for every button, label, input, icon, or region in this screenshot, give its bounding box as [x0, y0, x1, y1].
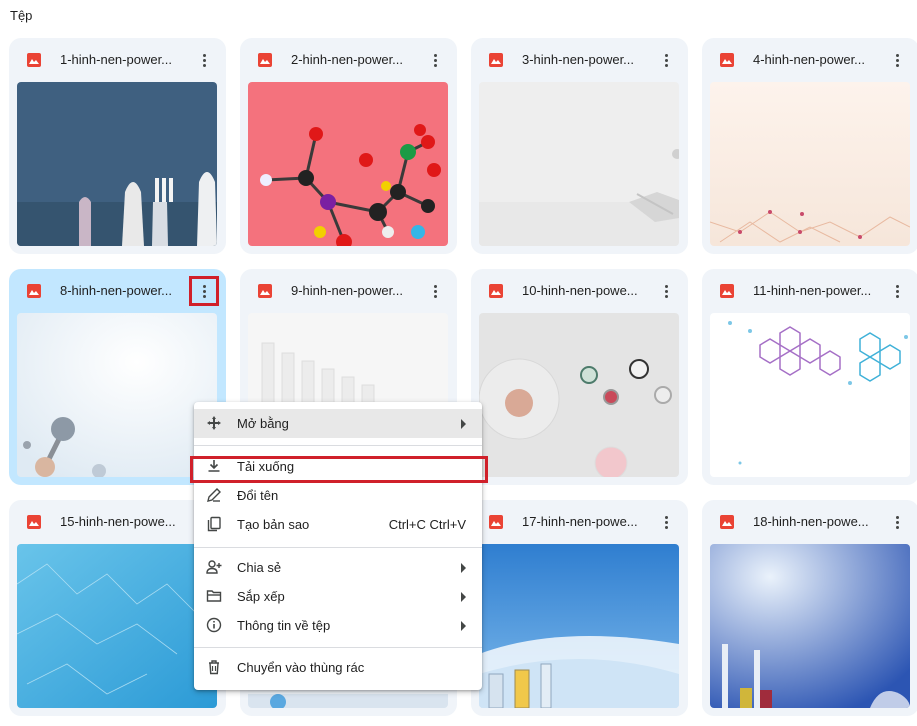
file-name: 4-hinh-nen-power...: [753, 52, 866, 67]
more-vert-icon[interactable]: [885, 48, 909, 72]
more-vert-icon[interactable]: [189, 276, 219, 306]
file-name: 2-hinh-nen-power...: [291, 52, 404, 67]
section-title: Tệp: [10, 8, 33, 23]
file-card[interactable]: 11-hinh-nen-power...: [702, 269, 917, 485]
file-thumbnail[interactable]: [17, 544, 217, 708]
image-icon: [720, 53, 734, 67]
file-card[interactable]: 3-hinh-nen-power...: [471, 38, 688, 254]
menu-item-label: Tải xuống: [237, 459, 295, 474]
file-thumbnail[interactable]: [248, 82, 448, 246]
file-name: 15-hinh-nen-powe...: [60, 514, 176, 529]
image-icon: [258, 284, 272, 298]
menu-item-organize[interactable]: Sắp xếp: [194, 582, 482, 611]
file-thumbnail[interactable]: [710, 82, 910, 246]
download-icon: [206, 458, 222, 474]
file-name: 11-hinh-nen-power...: [753, 283, 872, 298]
folder-icon: [206, 588, 222, 604]
menu-item-download[interactable]: Tải xuống: [194, 452, 482, 481]
file-thumbnail[interactable]: [710, 313, 910, 477]
menu-item-label: Đổi tên: [237, 488, 279, 503]
file-name: 8-hinh-nen-power...: [60, 283, 173, 298]
more-vert-icon[interactable]: [654, 48, 678, 72]
more-vert-icon[interactable]: [423, 48, 447, 72]
more-vert-icon[interactable]: [885, 510, 909, 534]
file-name: 3-hinh-nen-power...: [522, 52, 635, 67]
file-thumbnail[interactable]: [710, 544, 910, 708]
menu-item-trash[interactable]: Chuyển vào thùng rác: [194, 653, 482, 682]
menu-item-share[interactable]: Chia sẻ: [194, 553, 482, 582]
file-thumbnail[interactable]: [479, 313, 679, 477]
trash-icon: [206, 659, 222, 675]
menu-item-make-copy[interactable]: Tạo bản sao Ctrl+C Ctrl+V: [194, 510, 482, 539]
file-name: 17-hinh-nen-powe...: [522, 514, 638, 529]
image-icon: [489, 515, 503, 529]
image-icon: [720, 515, 734, 529]
menu-item-open-with[interactable]: Mở bằng: [194, 409, 482, 438]
menu-item-label: Sắp xếp: [237, 589, 285, 604]
info-icon: [206, 617, 222, 633]
file-thumbnail[interactable]: [479, 82, 679, 246]
menu-item-label: Chia sẻ: [237, 560, 282, 575]
more-vert-icon[interactable]: [654, 279, 678, 303]
file-card[interactable]: 4-hinh-nen-power...: [702, 38, 917, 254]
file-card[interactable]: 17-hinh-nen-powe...: [471, 500, 688, 716]
menu-item-label: Thông tin về tệp: [237, 618, 331, 633]
keyboard-shortcut: Ctrl+C Ctrl+V: [388, 517, 466, 532]
menu-divider: [194, 547, 482, 548]
edit-icon: [206, 487, 222, 503]
menu-item-file-info[interactable]: Thông tin về tệp: [194, 611, 482, 640]
chevron-right-icon: [461, 563, 466, 573]
image-icon: [27, 53, 41, 67]
file-thumbnail[interactable]: [17, 82, 217, 246]
more-vert-icon[interactable]: [654, 510, 678, 534]
menu-item-rename[interactable]: Đổi tên: [194, 481, 482, 510]
image-icon: [27, 515, 41, 529]
image-icon: [258, 53, 272, 67]
person-add-icon: [206, 559, 222, 575]
file-name: 9-hinh-nen-power...: [291, 283, 404, 298]
more-vert-icon[interactable]: [885, 279, 909, 303]
file-card[interactable]: 1-hinh-nen-power...: [9, 38, 226, 254]
chevron-right-icon: [461, 621, 466, 631]
menu-item-label: Tạo bản sao: [237, 517, 310, 532]
file-card[interactable]: 10-hinh-nen-powe...: [471, 269, 688, 485]
file-name: 1-hinh-nen-power...: [60, 52, 173, 67]
menu-item-label: Mở bằng: [237, 416, 289, 431]
more-vert-icon[interactable]: [192, 48, 216, 72]
context-menu: Mở bằng Tải xuống Đổi tên Tạo bản sao Ct…: [194, 402, 482, 690]
image-icon: [27, 284, 41, 298]
menu-divider: [194, 647, 482, 648]
file-thumbnail[interactable]: [17, 313, 217, 477]
image-icon: [489, 284, 503, 298]
chevron-right-icon: [461, 592, 466, 602]
copy-icon: [206, 516, 222, 532]
move-icon: [206, 415, 222, 431]
image-icon: [720, 284, 734, 298]
file-card[interactable]: 18-hinh-nen-powe...: [702, 500, 917, 716]
more-vert-icon[interactable]: [423, 279, 447, 303]
menu-item-label: Chuyển vào thùng rác: [237, 660, 365, 675]
file-name: 18-hinh-nen-powe...: [753, 514, 869, 529]
menu-divider: [194, 445, 482, 446]
image-icon: [489, 53, 503, 67]
file-name: 10-hinh-nen-powe...: [522, 283, 638, 298]
chevron-right-icon: [461, 419, 466, 429]
file-thumbnail[interactable]: [479, 544, 679, 708]
file-card[interactable]: 2-hinh-nen-power...: [240, 38, 457, 254]
